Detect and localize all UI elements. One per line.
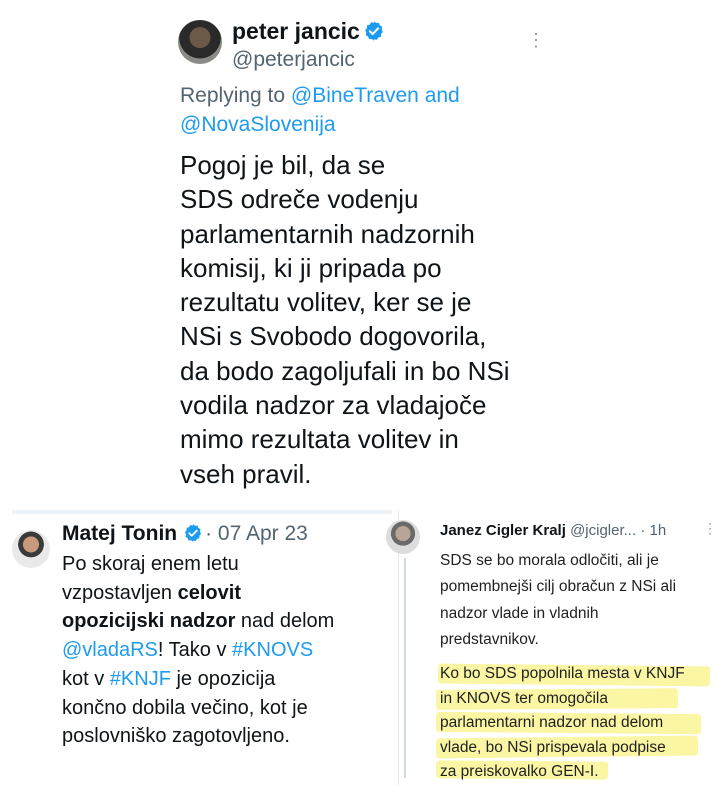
author-name[interactable]: peter jancic: [232, 18, 360, 45]
tweet-line: končno dobila večino, kot je: [62, 696, 308, 719]
tweet-text: Pogoj je bil, da se SDS odreče vodenju p…: [180, 148, 600, 491]
author-name[interactable]: Janez Cigler Kralj: [440, 522, 566, 539]
hashtag-link[interactable]: #KNOVS: [232, 639, 313, 661]
tweet-line: pomembnejši cilj obračun z NSi ali: [440, 578, 677, 596]
author-handle[interactable]: @jcigler...: [570, 522, 636, 539]
tweet-line: predstavnikov.: [440, 630, 539, 648]
thread-line: [404, 558, 406, 778]
tweet-line: opozicijski nadzor nad delom: [62, 607, 387, 636]
tweet-time[interactable]: · 1h: [640, 522, 666, 539]
avatar[interactable]: [178, 20, 222, 64]
tweet-line: parlamentarnih nadzornih: [180, 218, 475, 249]
tweet-text: Po skoraj enem letu vzpostavljen celovit…: [62, 550, 387, 751]
tweet-header: Janez Cigler Kralj @jcigler... · 1h: [440, 522, 666, 539]
tweet-date[interactable]: · 07 Apr 23: [205, 522, 308, 545]
tweet-line: parlamentarni nadzor nad delom: [440, 714, 664, 732]
tweet-text: SDS se bo morala odločiti, ali je pomemb…: [440, 548, 710, 653]
verified-badge-icon: [185, 524, 202, 542]
tweet-line: SDS odreče vodenju: [180, 184, 419, 215]
mention-link[interactable]: @vladaRS: [62, 639, 158, 661]
text-span: nad delom: [235, 610, 335, 633]
tweet-line: poslovniško zagotovljeno.: [62, 725, 290, 748]
text-span: ! Tako v: [157, 639, 233, 662]
tweet-line: nadzor vlade in vladnih: [440, 604, 599, 622]
tweet-line: kot v #KNJF je opozicija: [62, 665, 387, 694]
bold-text: opozicijski nadzor: [62, 610, 236, 633]
avatar[interactable]: [386, 520, 420, 554]
tweet-line: rezultatu volitev, ker se je: [180, 287, 472, 318]
replying-to: Replying to @BineTraven and: [180, 84, 460, 108]
more-options-icon[interactable]: ⋮: [527, 30, 545, 51]
tweet-line: SDS se bo morala odločiti, ali je: [440, 552, 659, 569]
tweet-line: komisij, ki ji pripada po: [180, 252, 442, 283]
text-span: je opozicija: [170, 667, 276, 690]
text-span: kot v: [62, 667, 110, 690]
tweet-line: @vladaRS! Tako v #KNOVS: [62, 636, 387, 665]
separator: [12, 510, 392, 514]
tweet-line: vzpostavljen celovit: [62, 579, 387, 608]
tweet-text: Ko bo SDS popolnila mesta v KNJF in KNOV…: [440, 662, 710, 785]
tweet-line: Po skoraj enem letu: [62, 553, 239, 575]
replying-to-and: and: [424, 84, 460, 107]
author-name[interactable]: Matej Tonin: [62, 522, 177, 545]
tweet-header: Matej Tonin · 07 Apr 23: [62, 522, 308, 546]
tweet-line: da bodo zagoljufali in bo NSi: [180, 355, 510, 386]
avatar[interactable]: [12, 530, 50, 568]
tweet-line: vodila nadzor za vladajoče: [180, 390, 487, 421]
tweet-line: Ko bo SDS popolnila mesta v KNJF: [440, 665, 685, 682]
more-options-icon[interactable]: ⋮: [703, 520, 717, 537]
tweet-line: vlade, bo NSi prispevala podpise: [440, 738, 666, 756]
mention-link[interactable]: @BineTraven: [291, 84, 419, 107]
hashtag-link[interactable]: #KNJF: [110, 668, 171, 690]
tweet-line: mimo rezultata volitev in: [180, 424, 459, 455]
mention-link[interactable]: @NovaSlovenija: [180, 113, 336, 137]
tweet-line: vseh pravil.: [180, 458, 312, 489]
text-span: vzpostavljen: [62, 581, 178, 604]
author-handle[interactable]: @peterjancic: [232, 48, 355, 72]
replying-to-label: Replying to: [180, 84, 286, 107]
tweet-line: za preiskovalko GEN-I.: [440, 763, 599, 781]
bold-text: celovit: [177, 581, 241, 604]
verified-badge-icon: [365, 21, 383, 41]
tweet-line: NSi s Svobodo dogovorila,: [180, 321, 487, 352]
tweet-line: Pogoj je bil, da se: [180, 150, 386, 180]
tweet-line: in KNOVS ter omogočila: [440, 689, 608, 707]
